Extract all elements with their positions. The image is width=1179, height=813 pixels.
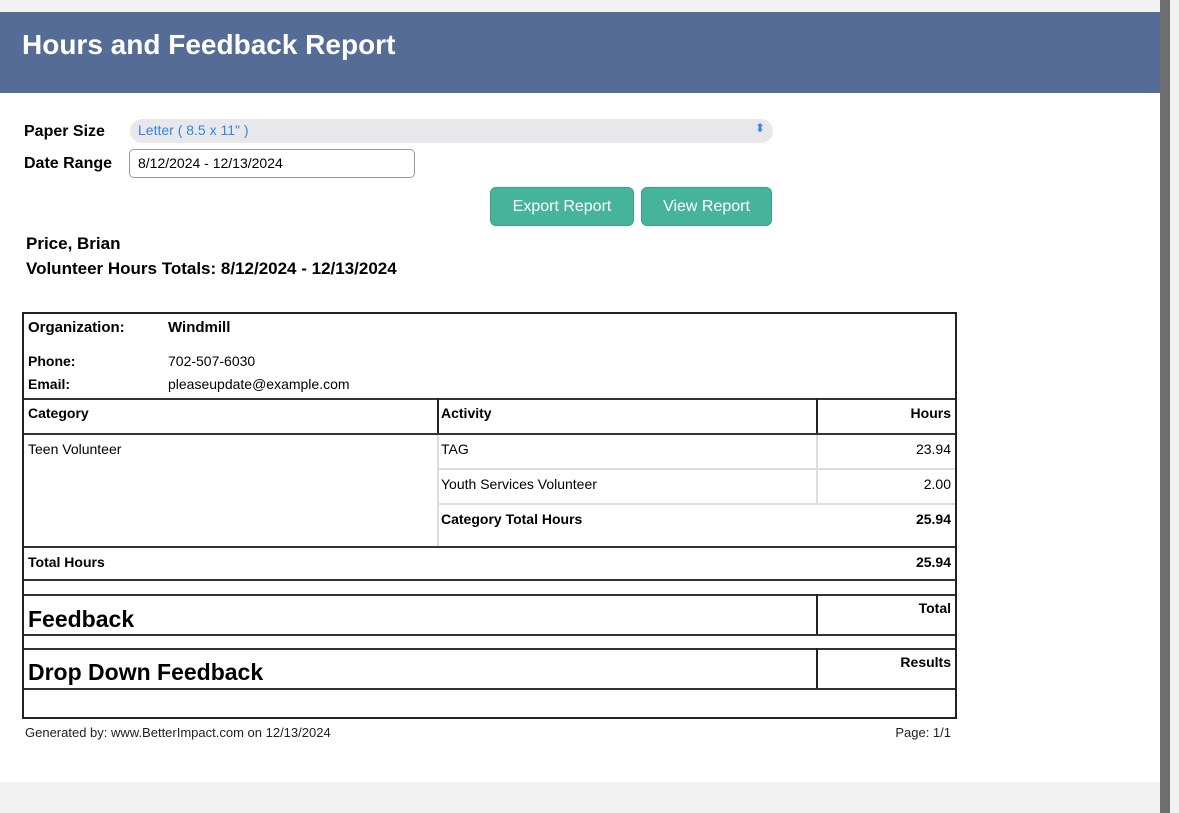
hours-cell: 2.00: [923, 476, 951, 492]
volunteer-name: Price, Brian: [26, 234, 121, 253]
date-range-input[interactable]: 8/12/2024 - 12/13/2024: [129, 149, 415, 178]
email-value: pleaseupdate@example.com: [168, 376, 350, 392]
dropdown-results-header: Results: [900, 654, 951, 670]
top-band: [0, 0, 1160, 12]
phone-value: 702-507-6030: [168, 353, 256, 369]
scrollbar[interactable]: [1160, 0, 1170, 813]
category-total-label: Category Total Hours: [441, 511, 583, 527]
export-report-button[interactable]: Export Report: [490, 187, 634, 226]
category-cell: Teen Volunteer: [28, 441, 122, 457]
feedback-total-header: Total: [918, 600, 951, 616]
column-header-hours: Hours: [910, 405, 951, 421]
footer-generated: Generated by: www.BetterImpact.com on 12…: [25, 725, 331, 740]
feedback-title: Feedback: [28, 606, 135, 632]
total-hours-value: 25.94: [915, 554, 951, 570]
activity-cell: Youth Services Volunteer: [441, 476, 597, 492]
paper-size-select[interactable]: Letter ( 8.5 x 11" ) ⬍: [130, 119, 773, 143]
paper-size-label: Paper Size: [24, 123, 105, 140]
email-label: Email:: [28, 376, 71, 392]
activity-cell: TAG: [441, 441, 469, 457]
total-hours-label: Total Hours: [28, 554, 105, 570]
page-title: Hours and Feedback Report: [22, 29, 396, 60]
category-total-value: 25.94: [915, 511, 951, 527]
report-table: Organization: Windmill Phone: 702-507-60…: [22, 312, 957, 719]
org-label: Organization:: [28, 319, 125, 336]
view-report-button[interactable]: View Report: [641, 187, 772, 226]
dropdown-feedback-title: Drop Down Feedback: [28, 659, 264, 685]
chevron-updown-icon: ⬍: [754, 121, 765, 135]
paper-size-value: Letter ( 8.5 x 11" ): [138, 122, 249, 138]
footer-page: Page: 1/1: [895, 725, 951, 740]
phone-label: Phone:: [28, 353, 76, 369]
column-header-activity: Activity: [441, 405, 492, 421]
hours-cell: 23.94: [915, 441, 951, 457]
column-header-category: Category: [28, 405, 89, 421]
date-range-label: Date Range: [24, 155, 113, 172]
totals-heading: Volunteer Hours Totals: 8/12/2024 - 12/1…: [26, 259, 397, 278]
org-value: Windmill: [168, 319, 231, 336]
